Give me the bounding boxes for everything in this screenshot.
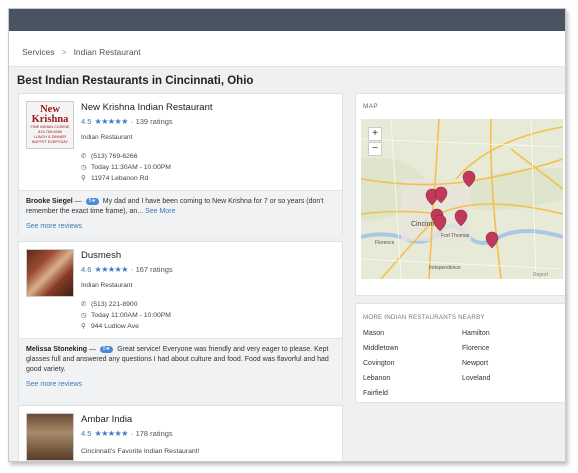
thumb-logo-text: BUFFET EVERYDAY	[31, 140, 69, 144]
nearby-city-link[interactable]: Mason	[363, 330, 384, 337]
ratings-count[interactable]: · 167 ratings	[131, 265, 173, 274]
map-label: MAP	[363, 103, 378, 110]
rating-value: 4.5	[81, 117, 92, 126]
restaurant-card: Dusmesh 4.6 ★★★★★ · 167 ratings Indian R…	[18, 241, 343, 401]
ratings-count[interactable]: · 139 ratings	[131, 117, 173, 126]
nearby-cities-card: MORE INDIAN RESTAURANTS NEARBY Mason Ham…	[355, 303, 565, 403]
nearby-city-link[interactable]: Newport	[462, 360, 488, 367]
address-text: 944 Ludlow Ave	[91, 323, 139, 330]
rating-value: 4.5	[81, 429, 92, 438]
address-text: 11974 Lebanon Rd	[91, 175, 149, 182]
review-rating-badge: 5★	[85, 197, 99, 205]
hours-text: Today 11:00AM - 10:00PM	[91, 312, 171, 319]
breadcrumb-current[interactable]: Indian Restaurant	[74, 47, 141, 57]
ratings-count[interactable]: · 178 ratings	[131, 429, 173, 438]
nearby-city-link[interactable]: Middletown	[363, 345, 398, 352]
restaurant-name[interactable]: New Krishna Indian Restaurant	[81, 102, 213, 113]
map-card: MAP Cincinnati Independence Florence For…	[355, 93, 565, 296]
nearby-city-link[interactable]: Covington	[363, 360, 395, 367]
hours-text: Today 11:30AM - 10:00PM	[91, 164, 171, 171]
nearby-city-link[interactable]: Florence	[462, 345, 489, 352]
review-author[interactable]: Brooke Siegel	[26, 198, 73, 205]
rating-value: 4.6	[81, 265, 92, 274]
zoom-out-button[interactable]: −	[368, 142, 382, 156]
restaurant-category: Indian Restaurant	[81, 134, 133, 141]
restaurant-thumbnail[interactable]	[26, 249, 74, 297]
phone-number: (513) 769-6266	[91, 153, 138, 160]
nearby-city-link[interactable]: Loveland	[462, 375, 490, 382]
page-title: Best Indian Restaurants in Cincinnati, O…	[17, 75, 254, 87]
restaurant-description: Cincinnati's Favorite Indian Restaurant!	[81, 448, 200, 455]
thumb-logo-text: Krishna	[31, 114, 69, 125]
restaurant-card: Ambar India 4.5 ★★★★★ · 178 ratings Cinc…	[18, 405, 343, 461]
review-dash: —	[72, 198, 84, 205]
breadcrumb-services[interactable]: Services	[22, 47, 55, 57]
restaurant-thumbnail[interactable]: New Krishna FINE INDIAN CUISINE 513-769-…	[26, 101, 74, 149]
rating-row: 4.6 ★★★★★ · 167 ratings	[81, 265, 173, 274]
address-row[interactable]: ⚲ 944 Ludlow Ave	[81, 322, 139, 330]
breadcrumb: Services > Indian Restaurant	[9, 31, 565, 67]
zoom-in-button[interactable]: +	[368, 127, 382, 141]
rating-row: 4.5 ★★★★★ · 178 ratings	[81, 429, 173, 438]
location-pin-icon: ⚲	[81, 323, 86, 330]
phone-icon: ✆	[81, 301, 87, 308]
see-more-reviews-link[interactable]: See more reviews	[26, 380, 335, 390]
phone-row[interactable]: ✆ (513) 221-8900	[81, 300, 137, 308]
map-place-label: Florence	[375, 240, 395, 246]
restaurant-name[interactable]: Ambar India	[81, 414, 132, 425]
address-row[interactable]: ⚲ 11974 Lebanon Rd	[81, 174, 148, 182]
phone-row[interactable]: ✆ (513) 769-6266	[81, 152, 137, 160]
nearby-city-link[interactable]: Fairfield	[363, 390, 388, 397]
nearby-label: MORE INDIAN RESTAURANTS NEARBY	[363, 314, 485, 321]
clock-icon: ◷	[81, 312, 87, 319]
hours-row: ◷ Today 11:30AM - 10:00PM	[81, 163, 171, 171]
clock-icon: ◷	[81, 164, 87, 171]
review-dash: —	[87, 346, 98, 353]
review-rating-badge: 5★	[99, 345, 114, 353]
breadcrumb-separator: >	[61, 47, 67, 57]
map-place-label: Fort Thomas	[441, 233, 470, 239]
restaurant-category: Indian Restaurant	[81, 282, 133, 289]
hours-row: ◷ Today 11:00AM - 10:00PM	[81, 311, 171, 319]
star-rating-icon: ★★★★★	[94, 265, 129, 274]
restaurant-card: New Krishna FINE INDIAN CUISINE 513-769-…	[18, 93, 343, 235]
star-rating-icon: ★★★★★	[94, 117, 129, 126]
star-rating-icon: ★★★★★	[94, 429, 129, 438]
map-graphic: Cincinnati Independence Florence Fort Th…	[361, 119, 563, 279]
map-credit[interactable]: Report	[533, 272, 549, 278]
location-pin-icon: ⚲	[81, 175, 86, 182]
see-more-reviews-link[interactable]: See more reviews	[26, 222, 335, 232]
phone-number: (513) 221-8900	[91, 301, 138, 308]
nearby-city-link[interactable]: Lebanon	[363, 375, 390, 382]
review-snippet: Melissa Stoneking — 5★ Great service! Ev…	[19, 338, 342, 401]
restaurant-thumbnail[interactable]	[26, 413, 74, 461]
map-place-label: Independence	[429, 265, 461, 271]
restaurant-name[interactable]: Dusmesh	[81, 250, 121, 261]
phone-icon: ✆	[81, 153, 87, 160]
review-snippet: Brooke Siegel — 5★ My dad and I have bee…	[19, 190, 342, 235]
review-author[interactable]: Melissa Stoneking	[26, 346, 87, 353]
rating-row: 4.5 ★★★★★ · 139 ratings	[81, 117, 173, 126]
map-view[interactable]: Cincinnati Independence Florence Fort Th…	[361, 119, 563, 279]
browser-frame: Services > Indian Restaurant Best Indian R…	[8, 8, 566, 462]
top-nav-bar	[9, 9, 565, 31]
see-more-link[interactable]: See More	[145, 208, 175, 215]
nearby-city-link[interactable]: Hamilton	[462, 330, 490, 337]
